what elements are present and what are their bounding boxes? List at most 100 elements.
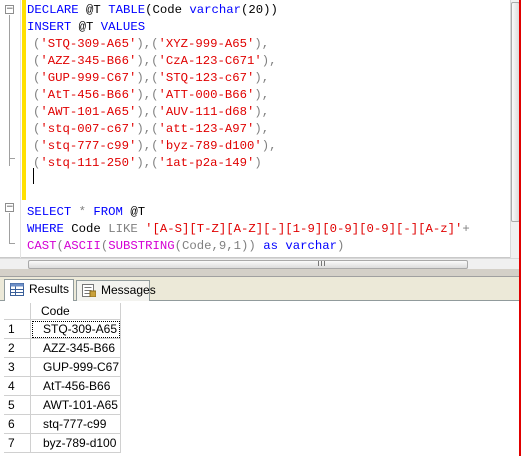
code-token: LIKE <box>108 222 146 236</box>
code-token: 'ATT-000-B66' <box>158 88 255 102</box>
tab-results-label: Results <box>29 282 70 296</box>
code-token: @T <box>130 205 146 219</box>
code-token: '[A-S][T-Z][A-Z][-][1-9][0-9][0-9][-][A-… <box>145 222 463 236</box>
code-line[interactable]: ('AWT-101-A65'),('AUV-111-d68'), <box>33 103 269 121</box>
code-token: ), <box>261 54 277 68</box>
code-token: @T <box>86 3 109 17</box>
code-token: ),( <box>136 122 159 136</box>
code-token: 'AUV-111-d68' <box>158 105 255 119</box>
code-token: ), <box>254 37 270 51</box>
tab-messages-label: Messages <box>101 283 156 297</box>
code-token: WHERE <box>27 222 72 236</box>
code-token: ),( <box>136 37 159 51</box>
code-token: ),( <box>136 156 159 170</box>
messages-icon <box>82 284 96 297</box>
code-token: ( <box>56 239 64 253</box>
code-token: + <box>462 222 470 236</box>
code-token: (20)) <box>241 3 278 17</box>
tab-results[interactable]: Results <box>4 279 74 301</box>
code-token: CAST <box>27 239 57 253</box>
code-line[interactable]: ('stq-111-250'),('1at-p2a-149') <box>33 154 262 172</box>
code-token: @T <box>78 20 101 34</box>
editor-horizontal-scrollbar[interactable] <box>0 258 521 269</box>
code-token: ),( <box>136 105 159 119</box>
code-token: ) <box>337 239 345 253</box>
row-number[interactable]: 1 <box>4 320 31 339</box>
code-token: 'GUP-999-C67' <box>40 71 137 85</box>
code-token: 'AWT-101-A65' <box>40 105 137 119</box>
code-token: 'stq-007-c67' <box>40 122 137 136</box>
column-header-code[interactable]: Code <box>31 303 121 320</box>
code-token: 'STQ-309-A65' <box>40 37 137 51</box>
code-token: SELECT <box>27 205 79 219</box>
code-token: ), <box>254 122 270 136</box>
code-token: ), <box>254 88 270 102</box>
row-number[interactable]: 4 <box>4 377 31 396</box>
code-token: 'stq-111-250' <box>40 156 137 170</box>
code-token: 'stq-777-c99' <box>40 139 137 153</box>
row-number[interactable]: 7 <box>4 434 31 453</box>
row-number[interactable]: 2 <box>4 339 31 358</box>
code-token: 'byz-789-d100' <box>158 139 262 153</box>
code-token: * <box>78 205 94 219</box>
code-token: ) <box>254 156 262 170</box>
results-tab-strip: Results Messages <box>0 277 521 301</box>
table-cell-code[interactable]: AZZ-345-B66 <box>31 339 121 358</box>
table-cell-code[interactable]: GUP-999-C67 <box>31 358 121 377</box>
code-token: as <box>263 239 286 253</box>
code-token: 'XYZ-999-A65' <box>158 37 255 51</box>
collapse-icon[interactable]: − <box>5 5 14 14</box>
fold-end <box>9 243 15 244</box>
grid-icon <box>10 283 24 296</box>
code-line[interactable]: WHERE Code LIKE '[A-S][T-Z][A-Z][-][1-9]… <box>27 220 470 238</box>
code-token: FROM <box>93 205 131 219</box>
table-cell-code[interactable]: STQ-309-A65 <box>31 320 121 339</box>
table-cell-code[interactable]: AWT-101-A65 <box>31 396 121 415</box>
table-cell-code[interactable]: byz-789-d100 <box>31 434 121 453</box>
results-grid[interactable]: Code 1 STQ-309-A65 2 AZZ-345-B66 3 GUP-999-C6… <box>0 301 521 456</box>
code-line[interactable]: SELECT * FROM @T <box>27 203 145 221</box>
code-line[interactable]: INSERT @T VALUES <box>27 18 145 36</box>
row-number[interactable]: 6 <box>4 415 31 434</box>
row-number[interactable]: 5 <box>4 396 31 415</box>
code-line[interactable]: ('stq-007-c67'),('att-123-A97'), <box>33 120 269 138</box>
code-line[interactable]: ('STQ-309-A65'),('XYZ-999-A65'), <box>33 35 269 53</box>
code-line[interactable]: ('GUP-999-C67'),('STQ-123-c67'), <box>33 69 269 87</box>
code-token: ASCII <box>63 239 101 253</box>
table-cell-code[interactable]: AtT-456-B66 <box>31 377 121 396</box>
code-line[interactable]: CAST(ASCII(SUBSTRING(Code,9,1)) as varch… <box>27 237 344 255</box>
editor-horizontal-scroll-thumb[interactable] <box>28 260 468 269</box>
collapse-icon[interactable]: − <box>5 203 14 212</box>
tab-messages[interactable]: Messages <box>76 280 156 301</box>
code-token: ), <box>254 105 270 119</box>
code-token: INSERT <box>27 20 79 34</box>
code-line[interactable]: DECLARE @T TABLE(Code varchar(20)) <box>27 1 278 19</box>
code-line[interactable]: ('stq-777-c99'),('byz-789-d100'), <box>33 137 277 155</box>
code-token: 'STQ-123-c67' <box>158 71 255 85</box>
code-token: (Code,9,1)) <box>174 239 264 253</box>
code-token: TABLE <box>108 3 146 17</box>
table-cell-code[interactable]: stq-777-c99 <box>31 415 121 434</box>
code-token: varchar <box>285 239 337 253</box>
code-token: 'AtT-456-B66' <box>40 88 137 102</box>
code-token: 'att-123-A97' <box>158 122 255 136</box>
code-token: varchar <box>189 3 242 17</box>
code-token: ),( <box>136 139 159 153</box>
row-number[interactable]: 3 <box>4 358 31 377</box>
change-tracking-bar <box>22 0 26 200</box>
fold-guide <box>9 213 10 244</box>
code-token: '1at-p2a-149' <box>158 156 255 170</box>
pane-splitter[interactable] <box>0 269 521 277</box>
code-token: ),( <box>136 54 159 68</box>
code-token: (Code <box>145 3 190 17</box>
code-token: VALUES <box>100 20 146 34</box>
code-token: Code <box>71 222 109 236</box>
code-token: ),( <box>136 71 159 85</box>
grid-corner[interactable] <box>4 303 31 320</box>
sql-editor[interactable]: − − DECLARE @T TABLE(Code varchar(20)) IN… <box>0 0 521 258</box>
code-line[interactable]: ('AtT-456-B66'),('ATT-000-B66'), <box>33 86 269 104</box>
code-token: DECLARE <box>27 3 87 17</box>
code-token: SUBSTRING <box>108 239 175 253</box>
code-token: ),( <box>136 88 159 102</box>
code-line[interactable]: ('AZZ-345-B66'),('CzA-123-C671'), <box>33 52 277 70</box>
